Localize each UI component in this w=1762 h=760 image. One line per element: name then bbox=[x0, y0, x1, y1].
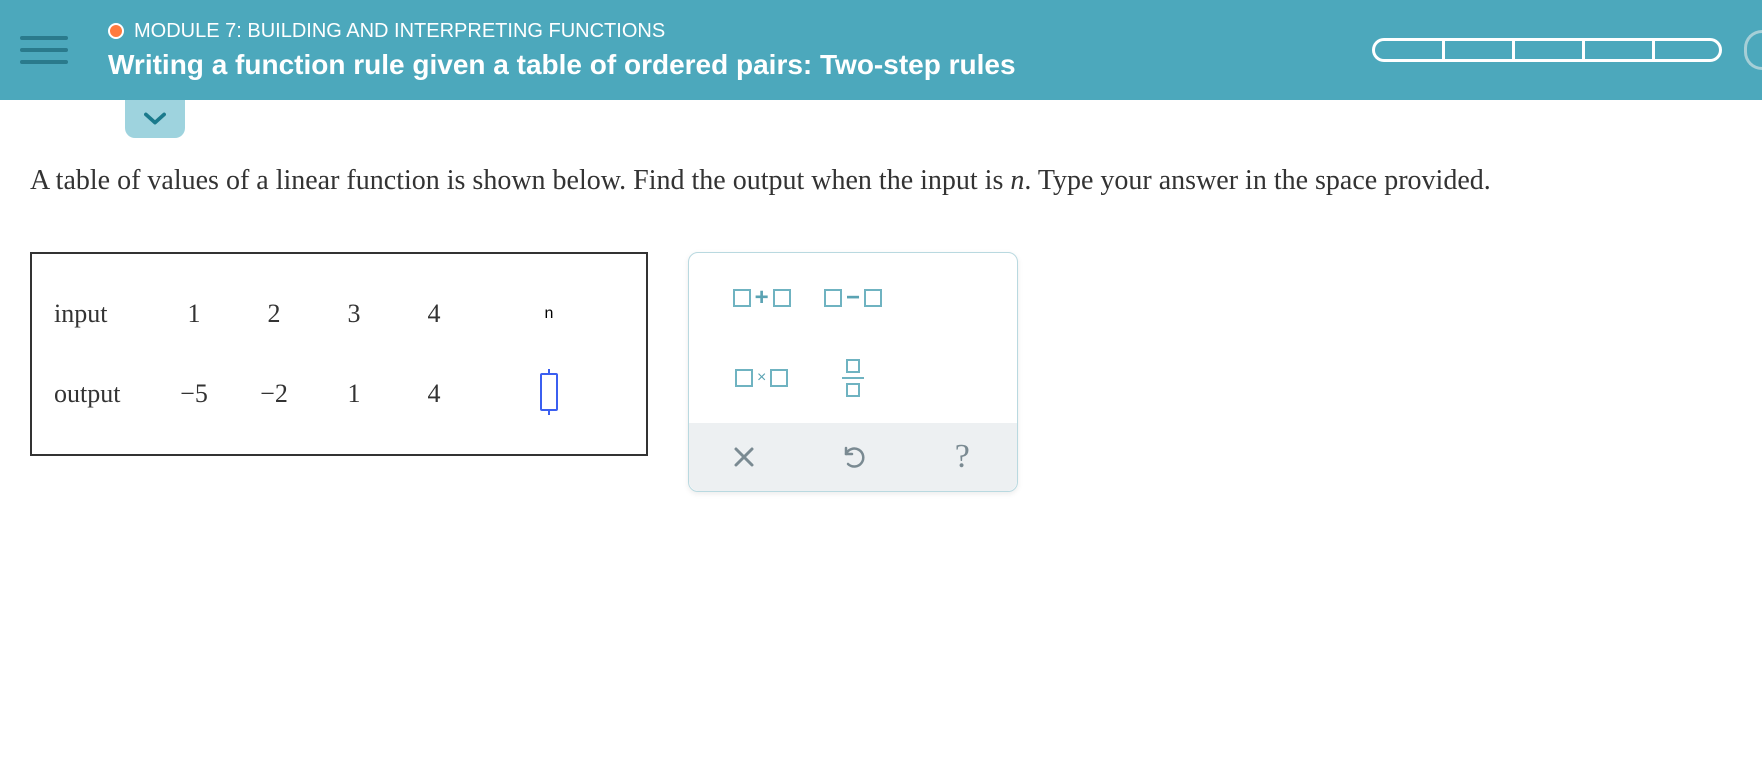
placeholder-box-icon bbox=[773, 289, 791, 307]
keypad-add-button[interactable]: + bbox=[725, 273, 798, 323]
undo-icon bbox=[840, 444, 866, 470]
question-text: A table of values of a linear function i… bbox=[30, 160, 1732, 202]
question-before: A table of values of a linear function i… bbox=[30, 165, 1010, 196]
keypad-undo-button[interactable] bbox=[798, 423, 907, 491]
answer-input[interactable] bbox=[540, 373, 558, 411]
close-icon bbox=[732, 445, 756, 469]
placeholder-box-icon bbox=[824, 289, 842, 307]
table-row-input: input 1 2 3 4 n bbox=[54, 274, 624, 354]
keypad-clear-button[interactable] bbox=[689, 423, 798, 491]
answer-cell bbox=[474, 373, 624, 416]
app-header: MODULE 7: BUILDING AND INTERPRETING FUNC… bbox=[0, 0, 1762, 100]
topic-title: Writing a function rule given a table of… bbox=[108, 49, 1372, 81]
function-table: input 1 2 3 4 n output −5 −2 1 4 bbox=[30, 252, 648, 456]
keypad-subtract-button[interactable]: − bbox=[816, 273, 889, 323]
work-area: input 1 2 3 4 n output −5 −2 1 4 bbox=[30, 252, 1732, 492]
table-cell: −5 bbox=[154, 379, 234, 409]
table-cell-var: n bbox=[474, 305, 624, 323]
math-keypad: + − × bbox=[688, 252, 1018, 492]
menu-icon[interactable] bbox=[20, 36, 68, 64]
placeholder-box-icon bbox=[735, 369, 753, 387]
chevron-down-icon bbox=[144, 112, 166, 126]
keypad-help-button[interactable]: ? bbox=[908, 423, 1017, 491]
table-cell: 2 bbox=[234, 299, 314, 329]
row-label-output: output bbox=[54, 379, 154, 409]
dropdown-tab[interactable] bbox=[125, 100, 185, 138]
module-label-text: MODULE 7: BUILDING AND INTERPRETING FUNC… bbox=[134, 20, 665, 43]
table-cell: 3 bbox=[314, 299, 394, 329]
placeholder-box-icon bbox=[770, 369, 788, 387]
placeholder-box-icon bbox=[733, 289, 751, 307]
table-cell: 4 bbox=[394, 379, 474, 409]
table-cell: 4 bbox=[394, 299, 474, 329]
progress-segment bbox=[1442, 38, 1512, 62]
table-row-output: output −5 −2 1 4 bbox=[54, 354, 624, 434]
question-after: . Type your answer in the space provided… bbox=[1024, 165, 1490, 196]
progress-segment bbox=[1652, 38, 1722, 62]
question-var: n bbox=[1010, 165, 1024, 196]
keypad-fraction-button[interactable] bbox=[816, 353, 889, 403]
progress-segment bbox=[1512, 38, 1582, 62]
table-cell: −2 bbox=[234, 379, 314, 409]
progress-segment bbox=[1582, 38, 1652, 62]
content-area: A table of values of a linear function i… bbox=[0, 100, 1762, 522]
keypad-multiply-button[interactable]: × bbox=[725, 353, 798, 403]
placeholder-box-icon bbox=[864, 289, 882, 307]
minus-icon: − bbox=[846, 284, 860, 312]
fraction-icon bbox=[842, 359, 864, 397]
progress-bar bbox=[1372, 38, 1722, 62]
row-label-input: input bbox=[54, 299, 154, 329]
question-mark-icon: ? bbox=[955, 438, 970, 476]
table-cell: 1 bbox=[314, 379, 394, 409]
module-dot-icon bbox=[108, 23, 124, 39]
times-icon: × bbox=[757, 369, 766, 387]
module-label: MODULE 7: BUILDING AND INTERPRETING FUNC… bbox=[108, 20, 1372, 43]
keypad-actions: ? bbox=[689, 423, 1017, 491]
table-cell: 1 bbox=[154, 299, 234, 329]
header-text: MODULE 7: BUILDING AND INTERPRETING FUNC… bbox=[108, 20, 1372, 81]
right-edge-icon bbox=[1744, 30, 1762, 70]
progress-segment bbox=[1372, 38, 1442, 62]
plus-icon: + bbox=[755, 284, 769, 312]
